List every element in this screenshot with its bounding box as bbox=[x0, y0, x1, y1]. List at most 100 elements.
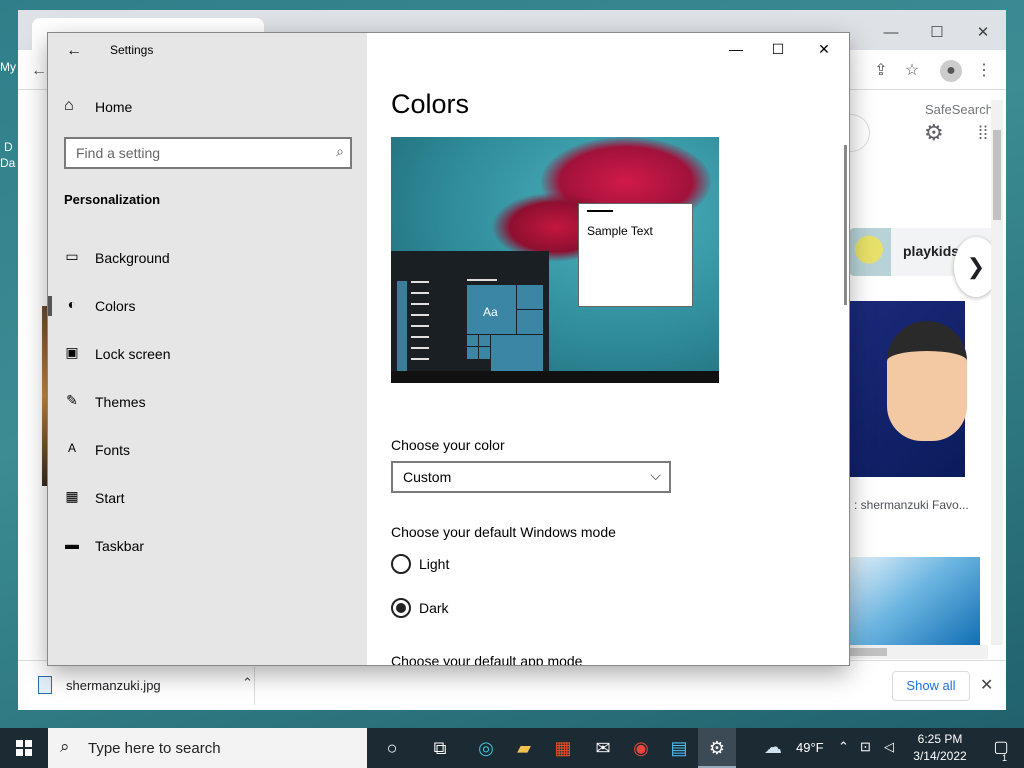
home-nav-item[interactable]: ⌂ Home bbox=[64, 95, 344, 119]
download-filename: shermanzuki.jpg bbox=[66, 678, 161, 693]
preview-taskbar bbox=[391, 371, 719, 383]
sidebar-item-label: Taskbar bbox=[95, 538, 145, 554]
chevron-up-icon[interactable]: ⌃ bbox=[242, 675, 253, 691]
page-title: Colors bbox=[391, 89, 470, 119]
sidebar-item-label: Fonts bbox=[95, 442, 131, 458]
sidebar-item-themes[interactable]: ✎ Themes bbox=[48, 382, 367, 422]
sidebar-item-background[interactable]: ▭ Background bbox=[48, 238, 367, 278]
close-icon[interactable]: ✕ bbox=[960, 18, 1006, 48]
sidebar-item-label: Themes bbox=[95, 394, 146, 410]
sidebar-item-fonts[interactable]: A Fonts bbox=[48, 430, 367, 470]
safesearch-label[interactable]: SafeSearch bbox=[925, 102, 993, 117]
maximize-icon[interactable]: ☐ bbox=[755, 33, 801, 65]
chrome-icon[interactable]: ◉ bbox=[622, 728, 660, 768]
desktop-label: D bbox=[4, 140, 13, 154]
desktop-label: Da bbox=[0, 156, 16, 170]
app-mode-label: Choose your default app mode bbox=[391, 653, 583, 665]
store-icon[interactable]: ▦ bbox=[544, 728, 582, 768]
preview-sample-text: Sample Text bbox=[587, 224, 653, 238]
file-explorer-icon[interactable]: ▰ bbox=[505, 728, 543, 768]
image-icon: ▭ bbox=[65, 248, 79, 264]
image-result[interactable] bbox=[845, 557, 980, 647]
windows-logo-icon bbox=[16, 740, 32, 756]
radio-circle[interactable] bbox=[391, 598, 411, 618]
image-result[interactable] bbox=[847, 301, 967, 477]
minimize-icon[interactable]: — bbox=[713, 33, 759, 65]
scrollbar-thumb[interactable] bbox=[844, 145, 847, 305]
system-clock[interactable]: 6:25 PM 3/14/2022 bbox=[900, 731, 980, 765]
sidebar-item-taskbar[interactable]: ▬ Taskbar bbox=[48, 526, 367, 566]
cortana-icon[interactable]: ○ bbox=[373, 728, 411, 768]
taskbar-icon: ▬ bbox=[65, 536, 79, 552]
preview-tile bbox=[490, 334, 544, 372]
preview-tile bbox=[516, 309, 544, 336]
search-icon: ⌕ bbox=[60, 737, 70, 756]
weather-temp[interactable]: 49°F bbox=[796, 740, 824, 768]
app-title: Settings bbox=[110, 43, 154, 57]
search-icon[interactable]: ⌕ bbox=[336, 143, 344, 160]
edge-icon[interactable]: ◎ bbox=[467, 728, 505, 768]
horizontal-scrollbar[interactable] bbox=[847, 645, 988, 659]
settings-gear-icon[interactable]: ⚙ bbox=[698, 728, 736, 768]
preview-tile bbox=[478, 346, 492, 360]
close-icon[interactable]: ✕ bbox=[980, 675, 993, 695]
profile-icon[interactable]: ● bbox=[940, 60, 962, 82]
gear-icon[interactable]: ⚙ bbox=[924, 120, 944, 146]
search-input[interactable] bbox=[66, 139, 316, 167]
maximize-icon[interactable]: ☐ bbox=[914, 18, 960, 48]
volume-muted-icon[interactable]: ◁ bbox=[884, 739, 894, 768]
bookmark-star-icon[interactable]: ☆ bbox=[901, 60, 923, 82]
active-indicator bbox=[48, 296, 52, 316]
preview-list bbox=[397, 281, 429, 369]
preview-tile-text: Aa bbox=[483, 305, 498, 319]
back-arrow-icon[interactable]: ← bbox=[28, 60, 50, 82]
desktop-label: My bbox=[0, 60, 16, 74]
control-panel-icon[interactable]: ▤ bbox=[660, 728, 698, 768]
sidebar-item-lock-screen[interactable]: ▣ Lock screen bbox=[48, 334, 367, 374]
download-shelf: shermanzuki.jpg ⌃ Show all ✕ bbox=[18, 660, 1006, 710]
find-setting-search[interactable]: ⌕ bbox=[64, 137, 352, 169]
download-item[interactable]: shermanzuki.jpg ⌃ bbox=[38, 673, 254, 699]
share-icon[interactable]: ⇪ bbox=[870, 60, 892, 82]
color-select-value: Custom bbox=[403, 469, 452, 485]
taskbar-search[interactable]: ⌕ Type here to search bbox=[48, 728, 367, 768]
radio-dark[interactable]: Dark bbox=[391, 598, 511, 620]
back-arrow-icon[interactable]: ← bbox=[64, 41, 84, 61]
minimize-icon[interactable]: — bbox=[868, 18, 914, 48]
menu-kebab-icon[interactable]: ⋮ bbox=[973, 60, 995, 82]
search-placeholder: Type here to search bbox=[88, 740, 221, 757]
weather-cloud-icon[interactable]: ☁ bbox=[764, 737, 782, 768]
font-icon: A bbox=[67, 441, 76, 455]
radio-light[interactable]: Light bbox=[391, 554, 511, 576]
preview-tile bbox=[478, 334, 492, 348]
sidebar-item-colors[interactable]: ◐ Colors bbox=[48, 286, 367, 326]
preview-titlebar bbox=[587, 210, 613, 212]
color-select[interactable]: Custom ⌵ bbox=[391, 461, 671, 493]
clock-date: 3/14/2022 bbox=[913, 749, 967, 763]
start-button[interactable] bbox=[0, 728, 48, 768]
image-result-caption[interactable]: : shermanzuki Favo... bbox=[854, 498, 969, 512]
mail-icon[interactable]: ✉ bbox=[584, 728, 622, 768]
sidebar-item-label: Background bbox=[95, 250, 170, 266]
scrollbar-thumb[interactable] bbox=[847, 648, 887, 656]
close-icon[interactable]: ✕ bbox=[801, 33, 847, 65]
apps-grid-icon[interactable]: ⁞⁞ bbox=[978, 123, 988, 144]
avatar-image bbox=[887, 321, 967, 441]
notification-center-icon[interactable]: ▢ 1 bbox=[982, 728, 1020, 768]
vertical-scrollbar[interactable] bbox=[991, 100, 1003, 645]
radio-circle[interactable] bbox=[391, 554, 411, 574]
sidebar-item-label: Lock screen bbox=[95, 346, 171, 362]
preview-tile bbox=[516, 284, 544, 311]
network-icon[interactable]: ⊡ bbox=[860, 739, 871, 768]
lock-screen-icon: ▣ bbox=[65, 344, 79, 360]
choose-color-label: Choose your color bbox=[391, 437, 505, 453]
sidebar-item-label: Start bbox=[95, 490, 125, 506]
preview-tile bbox=[466, 334, 480, 348]
chevron-up-icon[interactable]: ⌃ bbox=[838, 739, 849, 768]
chip-thumbnail bbox=[847, 228, 891, 276]
scrollbar-thumb[interactable] bbox=[993, 130, 1001, 220]
sidebar-item-start[interactable]: ▦ Start bbox=[48, 478, 367, 518]
show-all-button[interactable]: Show all bbox=[892, 671, 970, 701]
settings-content: — ☐ ✕ Colors Aa Sample Text Choose your … bbox=[367, 33, 849, 665]
task-view-icon[interactable]: ⧉ bbox=[421, 728, 459, 768]
